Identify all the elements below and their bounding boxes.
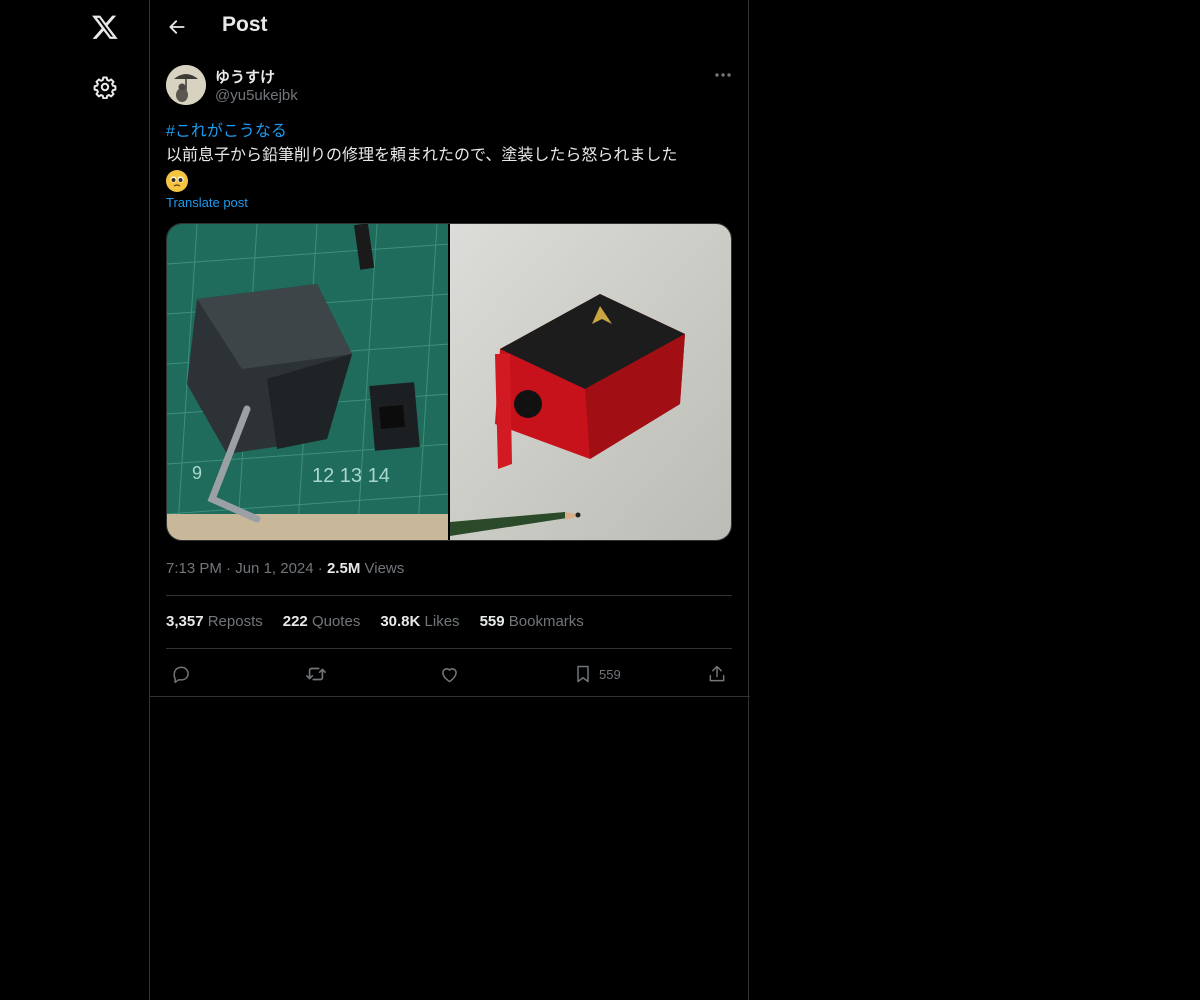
left-rail: [0, 0, 150, 1000]
avatar[interactable]: [166, 65, 206, 105]
post-text: 以前息子から鉛筆削りの修理を頼まれたので、塗装したら怒られました: [166, 147, 678, 164]
svg-text:9: 9: [192, 463, 202, 483]
photo-before[interactable]: 12 13 14 9: [167, 224, 448, 540]
bookmark-icon: [577, 665, 589, 683]
photo-after[interactable]: [450, 224, 731, 540]
bookmark-count: 559: [599, 666, 621, 682]
post-time[interactable]: 7:13 PM: [166, 560, 222, 577]
display-name[interactable]: ゆうすけ: [215, 66, 275, 87]
pleading-face-emoji-icon: [166, 170, 188, 192]
share-button[interactable]: [707, 660, 727, 688]
page-header: Post: [150, 0, 750, 54]
bookmark-button[interactable]: 559: [573, 660, 621, 688]
page-title: Post: [222, 13, 268, 36]
share-icon: [709, 665, 725, 682]
post-meta: 7:13 PM · Jun 1, 2024 · 2.5M Views: [166, 560, 405, 577]
post-column: Post ゆうすけ @yu5ukejbk #これがこうなる 以前息子から鉛筆削り…: [149, 0, 750, 1000]
post-date[interactable]: Jun 1, 2024: [235, 560, 313, 577]
views-label: Views: [364, 560, 405, 577]
divider: [166, 595, 732, 596]
action-bar: 559: [166, 660, 732, 688]
reposts-stat[interactable]: 3,357 Reposts: [166, 613, 263, 630]
reply-button[interactable]: [171, 660, 191, 688]
views-count: 2.5M: [326, 560, 361, 577]
repost-button[interactable]: [305, 660, 327, 688]
back-arrow-icon[interactable]: [164, 14, 190, 40]
quotes-stat[interactable]: 222 Quotes: [283, 613, 361, 630]
media-gallery: 12 13 14 9: [166, 223, 732, 541]
translate-post-link[interactable]: Translate post: [166, 195, 248, 210]
more-icon[interactable]: [712, 66, 734, 84]
post-body: #これがこうなる 以前息子から鉛筆削りの修理を頼まれたので、塗装したら怒られまし…: [166, 120, 726, 192]
settings-icon[interactable]: [91, 73, 119, 101]
reply-icon: [173, 666, 189, 684]
user-handle[interactable]: @yu5ukejbk: [215, 87, 298, 104]
like-icon: [442, 667, 457, 682]
bookmarks-stat[interactable]: 559 Bookmarks: [480, 613, 584, 630]
like-button[interactable]: [439, 660, 460, 688]
likes-stat[interactable]: 30.8K Likes: [380, 613, 459, 630]
x-logo-icon[interactable]: [89, 11, 121, 43]
engagement-stats: 3,357 Reposts 222 Quotes 30.8K Likes 559…: [166, 613, 584, 630]
hashtag-link[interactable]: #これがこうなる: [166, 120, 726, 144]
divider: [166, 648, 732, 649]
repost-icon: [306, 667, 326, 681]
divider: [150, 696, 750, 697]
svg-text:12 13 14: 12 13 14: [312, 465, 390, 487]
